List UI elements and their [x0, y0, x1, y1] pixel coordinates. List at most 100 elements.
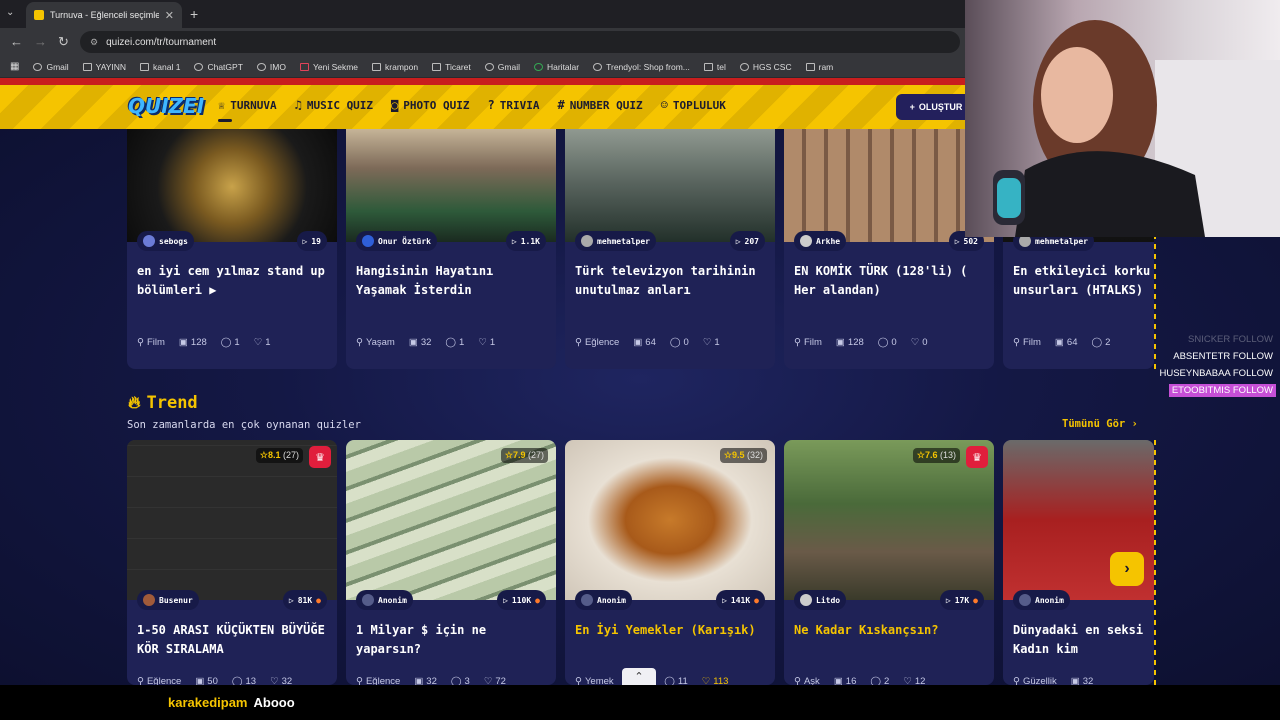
- author-chip[interactable]: Anonim: [1013, 590, 1070, 610]
- heart-icon: ♡: [478, 337, 487, 348]
- nav-photo-quiz[interactable]: ◙ PHOTO QUIZ: [391, 98, 469, 112]
- heart-icon: ♡: [701, 676, 711, 685]
- avatar: [581, 235, 593, 247]
- browser-tab[interactable]: Turnuva - Eğlenceli seçimler yap ✕: [26, 2, 182, 28]
- avatar: [143, 235, 155, 247]
- carousel-next-button[interactable]: ›: [1110, 552, 1144, 586]
- new-tab-icon[interactable]: +: [190, 6, 198, 22]
- scroll-up-icon[interactable]: ⌃: [622, 668, 656, 685]
- items-icon: ▣: [1070, 676, 1080, 685]
- trend-card[interactable]: ☆8.1 (27) ♛ Busenur ▷ 81K ● 1-50 ARASI KÜÇ…: [127, 440, 337, 685]
- items-icon: ▣: [1054, 337, 1064, 348]
- nav-community[interactable]: ☺ TOPLULUK: [661, 98, 726, 112]
- quiz-meta: ⚲ Eğlence ▣ 64 ◯ 0 ♡ 1: [575, 337, 720, 348]
- bookmark-item[interactable]: IMO: [256, 62, 286, 72]
- url-bar[interactable]: ⚙ quizei.com/tr/tournament: [80, 31, 960, 53]
- avatar: [800, 594, 812, 606]
- heart-icon: ♡: [903, 676, 912, 685]
- see-all-link[interactable]: Tümünü Gör ›: [1062, 418, 1138, 430]
- author-chip[interactable]: Anonim: [575, 590, 632, 610]
- author-chip[interactable]: Onur Öztürk: [356, 231, 437, 251]
- quiz-card[interactable]: mehmetalper ▷ 207 Türk televizyon tarihin…: [565, 129, 775, 369]
- nav-tournament[interactable]: ♕ TURNUVA: [218, 98, 277, 122]
- quiz-meta: ⚲ Film ▣ 128 ◯ 1 ♡ 1: [137, 337, 271, 348]
- bookmark-item[interactable]: Yeni Sekme: [299, 62, 358, 72]
- comment-icon: ◯: [220, 337, 232, 348]
- bookmark-item[interactable]: YAYINN: [82, 62, 126, 72]
- quiz-meta: ⚲ Film ▣ 64 ◯ 2: [1013, 337, 1111, 348]
- bookmark-item[interactable]: ChatGPT: [194, 62, 243, 72]
- quiz-card[interactable]: sebogs ▷ 19 en iyi cem yılmaz stand up bö…: [127, 129, 337, 369]
- bookmark-item[interactable]: kanal 1: [140, 62, 180, 72]
- bookmark-item[interactable]: tel: [703, 62, 726, 72]
- nav-music-quiz[interactable]: ♫ MUSIC QUIZ: [295, 98, 373, 112]
- hash-icon: #: [557, 98, 565, 112]
- category-icon: ⚲: [356, 337, 363, 348]
- folder-icon: [432, 62, 442, 71]
- trend-card[interactable]: ☆7.6 (13) ♛ Litdo ▷ 17K ● Ne Kadar Kıskanç…: [784, 440, 994, 685]
- bookmark-item[interactable]: Haritalar: [533, 62, 579, 72]
- chatgpt-icon: [194, 62, 204, 71]
- crown-icon: ♛: [309, 446, 331, 468]
- folder-icon: [82, 62, 92, 71]
- forward-icon[interactable]: →: [34, 34, 47, 49]
- heart-icon: ♡: [910, 337, 920, 348]
- trend-card[interactable]: ☆9.5 (32) Anonim ▷ 141K ● En İyi Yemekler …: [565, 440, 775, 685]
- play-icon: ▷: [954, 236, 960, 246]
- play-icon: ▷: [503, 595, 508, 605]
- maps-icon: [533, 62, 543, 71]
- play-icon: [299, 62, 309, 71]
- apps-icon[interactable]: ▦: [10, 61, 19, 72]
- play-icon: ▷: [288, 595, 294, 605]
- fire-icon: 🔥︎: [128, 393, 141, 413]
- author-chip[interactable]: sebogs: [137, 231, 194, 251]
- plays-chip: ▷ 17K ●: [939, 590, 984, 610]
- bookmark-item[interactable]: Gmail: [33, 62, 69, 72]
- bookmark-item[interactable]: ram: [805, 62, 833, 72]
- folder-icon: [703, 62, 713, 71]
- quiz-title: 1-50 ARASI KÜÇÜKTEN BÜYÜĞE KÖR SIRALAMA: [137, 623, 325, 656]
- quiz-meta: ⚲ Güzellik ▣ 32: [1013, 676, 1094, 685]
- back-icon[interactable]: ←: [10, 34, 23, 49]
- nav-number-quiz[interactable]: # NUMBER QUIZ: [558, 98, 643, 112]
- folder-icon: [140, 62, 150, 71]
- music-icon: ♫: [294, 98, 302, 112]
- author-chip[interactable]: Litdo: [794, 590, 847, 610]
- comment-icon: ◯: [664, 676, 675, 685]
- category-icon: ⚲: [1013, 676, 1020, 685]
- url-text: quizei.com/tr/tournament: [106, 36, 217, 48]
- author-chip[interactable]: mehmetalper: [575, 231, 656, 251]
- items-icon: ▣: [178, 337, 188, 348]
- bookmark-item[interactable]: krampon: [372, 62, 418, 72]
- bookmark-item[interactable]: Gmail: [484, 62, 520, 72]
- site-info-icon[interactable]: ⚙: [90, 37, 98, 48]
- comment-icon: ◯: [1091, 337, 1103, 348]
- follow-alert: HUSEYNBABAA FOLLOW: [1159, 368, 1273, 379]
- tab-search-icon[interactable]: ⌄: [6, 7, 14, 18]
- quiz-card[interactable]: Arkhe ▷ 502 EN KOMİK TÜRK (128'li) ( Her …: [784, 129, 994, 369]
- create-button[interactable]: + OLUŞTUR: [896, 94, 976, 120]
- author-chip[interactable]: Arkhe: [794, 231, 847, 251]
- reload-icon[interactable]: ↻: [58, 34, 69, 50]
- quiz-card[interactable]: Onur Öztürk ▷ 1.1K Hangisinin Hayatını Ya…: [346, 129, 556, 369]
- avatar: [1019, 594, 1031, 606]
- section-subtitle: Son zamanlarda en çok oynanan quizler: [127, 419, 361, 431]
- plays-chip: ▷ 207: [729, 231, 765, 251]
- bookmark-item[interactable]: Ticaret: [432, 62, 471, 72]
- quiz-title: Türk televizyon tarihinin unutulmaz anla…: [575, 264, 756, 297]
- bookmark-item[interactable]: HGS CSC: [739, 62, 792, 72]
- author-chip[interactable]: Anonim: [356, 590, 413, 610]
- heart-icon: ♡: [270, 676, 279, 685]
- site-logo[interactable]: QUIZEI: [128, 94, 204, 118]
- chat-username: karakedipam: [168, 695, 248, 710]
- nav-trivia[interactable]: ? TRIVIA: [488, 98, 540, 112]
- rating-badge: ☆7.9 (27): [500, 448, 548, 463]
- author-chip[interactable]: Busenur: [137, 590, 199, 610]
- bookmark-item[interactable]: Trendyol: Shop from...: [593, 62, 690, 72]
- close-tab-icon[interactable]: ✕: [165, 9, 174, 22]
- category-icon: ⚲: [137, 337, 144, 348]
- comment-icon: ◯: [870, 676, 882, 685]
- play-icon: ▷: [735, 236, 741, 246]
- webcam-overlay: [965, 0, 1280, 237]
- trend-card[interactable]: ☆7.9 (27) Anonim ▷ 110K ● 1 Milyar $ için …: [346, 440, 556, 685]
